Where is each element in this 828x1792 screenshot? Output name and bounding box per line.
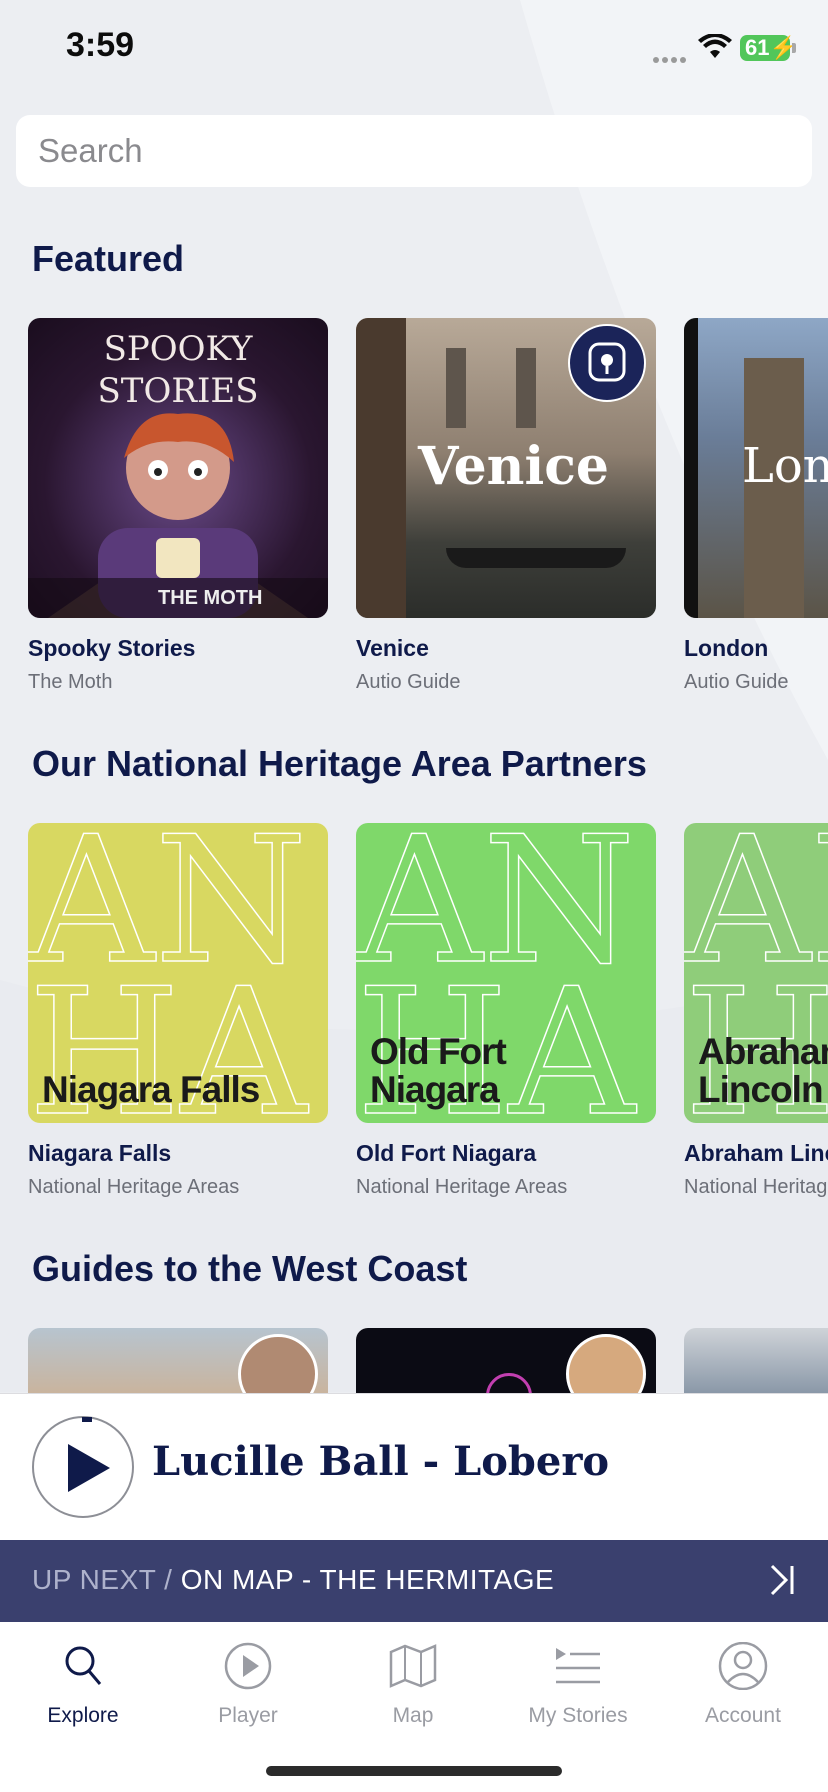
wifi-icon: [698, 34, 732, 58]
card-niagara-falls[interactable]: AN HA Niagara Falls Niagara Falls Nation…: [28, 823, 328, 1199]
up-next-label: ON MAP - THE HERMITAGE: [180, 1564, 555, 1595]
west-coast-artwork-3: [684, 1328, 828, 1393]
lincoln-art-label-line2: Lincoln: [698, 1069, 824, 1110]
spooky-art-brand: THE MOTH: [158, 587, 263, 609]
tab-account[interactable]: Account: [668, 1640, 818, 1728]
card-old-fort-niagara[interactable]: AN HA Old Fort Niagara Old Fort Niagara …: [356, 823, 656, 1199]
up-next-text: UP NEXT / ON MAP - THE HERMITAGE: [32, 1564, 554, 1596]
lincoln-art-label-line1: Abraham: [698, 1031, 828, 1072]
card-title: Old Fort Niagara: [356, 1140, 537, 1166]
card-title: Abraham Lincoln: [684, 1140, 828, 1166]
card-spooky-stories[interactable]: SPOOKY STORIES THE MOTH Spooky Stories T…: [28, 318, 328, 694]
card-west-coast-2[interactable]: [356, 1328, 656, 1393]
card-subtitle: National Heritage Areas: [28, 1176, 240, 1198]
person-icon: [718, 1642, 768, 1690]
west-coast-row[interactable]: [28, 1328, 828, 1393]
progress-indicator: [82, 1417, 92, 1422]
card-subtitle: Autio Guide: [356, 671, 461, 693]
home-indicator: [266, 1766, 562, 1776]
battery-nub: [792, 43, 796, 53]
section-title-west-coast: Guides to the West Coast: [32, 1248, 468, 1289]
battery-level: 61: [745, 35, 770, 60]
battery-icon: 61⚡: [740, 35, 797, 61]
guide-avatar: [238, 1334, 318, 1393]
tab-label: Account: [705, 1704, 781, 1727]
spooky-stories-artwork: SPOOKY STORIES THE MOTH: [28, 318, 328, 618]
tab-label: Player: [218, 1704, 278, 1727]
play-icon: [68, 1444, 110, 1492]
tab-player[interactable]: Player: [173, 1640, 323, 1728]
search-input[interactable]: Search: [16, 115, 812, 187]
spooky-art-line1: SPOOKY: [103, 329, 253, 369]
search-icon: [65, 1646, 102, 1685]
card-venice[interactable]: Venice Venice Autio Guide: [356, 318, 656, 694]
featured-row[interactable]: SPOOKY STORIES THE MOTH Spooky Stories T…: [28, 318, 828, 738]
old-fort-art-label: Old Fort Niagara: [370, 1031, 507, 1110]
spooky-art-line2: STORIES: [97, 371, 259, 411]
audio-guide-badge-icon: [568, 324, 646, 402]
london-art-text: Lon: [742, 438, 828, 494]
card-west-coast-1[interactable]: [28, 1328, 328, 1393]
card-abraham-lincoln[interactable]: AN HA Abraham Lincoln Abraham Lincoln Na…: [684, 823, 828, 1199]
abraham-lincoln-artwork: AN HA Abraham Lincoln: [684, 823, 828, 1123]
signal-icon: [653, 50, 689, 68]
status-bar: 3:59 61⚡: [0, 0, 828, 100]
up-next-bar[interactable]: UP NEXT / ON MAP - THE HERMITAGE: [0, 1540, 828, 1622]
lincoln-art-label: Abraham Lincoln: [698, 1033, 828, 1109]
card-subtitle: National Heritage Areas: [356, 1176, 568, 1198]
section-title-heritage: Our National Heritage Area Partners: [32, 743, 647, 784]
play-button[interactable]: [32, 1416, 134, 1518]
card-london[interactable]: Lon London Autio Guide: [684, 318, 828, 694]
play-circle-icon: [224, 1642, 272, 1690]
status-time: 3:59: [66, 26, 135, 64]
old-fort-art-label-line1: Old Fort: [370, 1031, 507, 1072]
section-title-featured: Featured: [32, 238, 185, 279]
skip-next-icon[interactable]: [768, 1562, 796, 1598]
venice-art-text: Venice: [418, 436, 609, 497]
tab-label: My Stories: [528, 1704, 628, 1727]
now-playing-title: Lucille Ball - Lobero: [152, 1438, 610, 1485]
tab-map[interactable]: Map: [338, 1640, 488, 1728]
tab-label: Map: [392, 1704, 434, 1727]
tab-explore[interactable]: Explore: [8, 1640, 158, 1728]
mini-player[interactable]: Lucille Ball - Lobero: [0, 1393, 828, 1541]
card-title: Spooky Stories: [28, 635, 196, 661]
west-coast-artwork-1: [28, 1328, 328, 1393]
card-subtitle: National Heritage Areas: [684, 1176, 828, 1198]
heritage-row[interactable]: AN HA Niagara Falls Niagara Falls Nation…: [28, 823, 828, 1243]
west-coast-artwork-2: [356, 1328, 656, 1393]
card-subtitle: Autio Guide: [684, 671, 789, 693]
list-icon: [556, 1648, 600, 1684]
card-subtitle: The Moth: [28, 671, 113, 693]
old-fort-art-label-line2: Niagara: [370, 1069, 500, 1110]
card-title: Venice: [356, 635, 429, 661]
old-fort-niagara-artwork: AN HA Old Fort Niagara: [356, 823, 656, 1123]
tab-my-stories[interactable]: My Stories: [503, 1640, 653, 1728]
tab-label: Explore: [47, 1704, 119, 1727]
up-next-prefix: UP NEXT /: [32, 1564, 173, 1595]
niagara-falls-artwork: AN HA Niagara Falls: [28, 823, 328, 1123]
niagara-art-label: Niagara Falls: [42, 1069, 260, 1110]
card-title: Niagara Falls: [28, 1140, 172, 1166]
venice-artwork: Venice: [356, 318, 656, 618]
card-title: London: [684, 635, 769, 661]
london-artwork: Lon: [684, 318, 828, 618]
map-icon: [389, 1644, 437, 1688]
guide-avatar: [566, 1334, 646, 1393]
card-west-coast-3[interactable]: [684, 1328, 828, 1393]
